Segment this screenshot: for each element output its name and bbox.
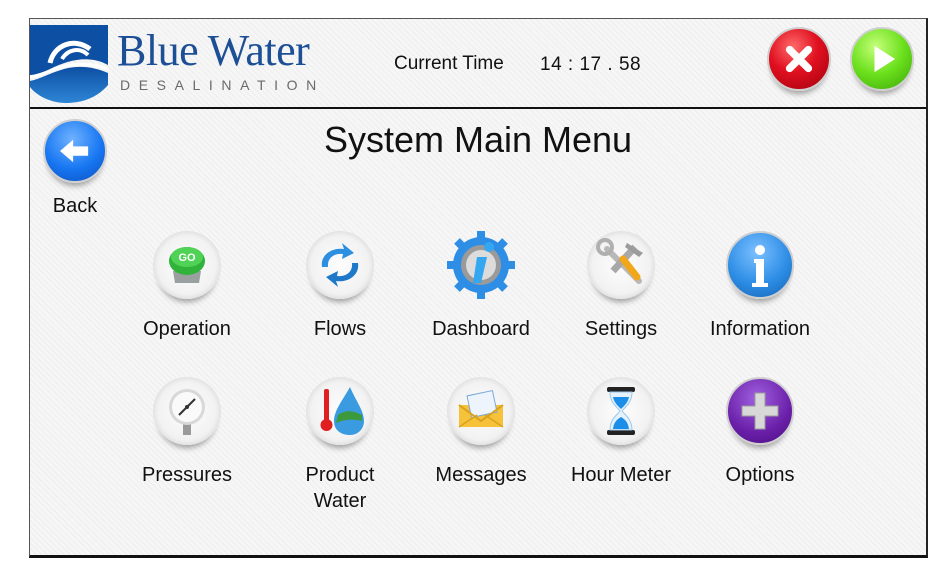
start-button[interactable] (850, 27, 914, 91)
stop-button[interactable] (767, 27, 831, 91)
current-time-value: 14 : 17 . 58 (540, 54, 642, 75)
wave-logo-icon (30, 25, 108, 103)
menu-item-messages[interactable]: Messages (416, 377, 546, 488)
menu-label: Pressures (141, 464, 233, 486)
pressure-gauge-icon (169, 389, 205, 435)
menu-item-product-water[interactable]: Product Water (275, 377, 405, 514)
menu-label: Operation (143, 318, 231, 340)
brand-title: Blue Water (117, 26, 310, 75)
refresh-arrows-icon (321, 243, 359, 287)
envelope-icon (458, 389, 504, 428)
plus-icon (741, 392, 779, 430)
hourglass-icon (607, 387, 635, 435)
current-time-label: Current Time (394, 53, 504, 74)
arrow-left-icon (60, 139, 89, 163)
menu-item-flows[interactable]: Flows (275, 231, 405, 342)
info-icon (752, 245, 768, 287)
gear-info-icon (447, 231, 515, 299)
menu-item-hour-meter[interactable]: Hour Meter (556, 377, 686, 488)
hmi-screen: Blue Water DESALINATION Current Time 14 … (29, 18, 928, 558)
back-button-circle[interactable] (43, 119, 107, 183)
menu-label: Flows (313, 318, 367, 340)
menu-label: Product Water (305, 464, 375, 512)
go-button-icon: GO (169, 247, 205, 283)
menu-label: Options (725, 464, 795, 486)
menu-label: Hour Meter (570, 464, 672, 486)
menu-label: Messages (435, 464, 527, 486)
play-icon (874, 45, 896, 73)
close-icon (785, 45, 813, 73)
menu-item-dashboard[interactable]: Dashboard (416, 231, 546, 342)
menu-item-settings[interactable]: Settings (556, 231, 686, 342)
back-button[interactable]: Back (40, 119, 110, 218)
brand-logo: Blue Water DESALINATION (30, 25, 360, 105)
header-bar: Blue Water DESALINATION Current Time 14 … (30, 19, 926, 109)
brand-subtitle: DESALINATION (120, 77, 325, 93)
page-title: System Main Menu (323, 119, 633, 160)
thermometer-water-drop-icon (320, 387, 364, 435)
menu-label: Dashboard (432, 318, 530, 340)
menu-label: Information (709, 318, 811, 340)
tools-icon (596, 238, 643, 284)
svg-text:GO: GO (178, 252, 196, 264)
menu-item-information[interactable]: Information (695, 231, 825, 342)
menu-item-options[interactable]: Options (695, 377, 825, 488)
menu-label: Settings (584, 318, 658, 340)
menu-item-operation[interactable]: GO Operation (122, 231, 252, 342)
menu-item-pressures[interactable]: Pressures (122, 377, 252, 488)
back-label: Back (52, 195, 98, 217)
